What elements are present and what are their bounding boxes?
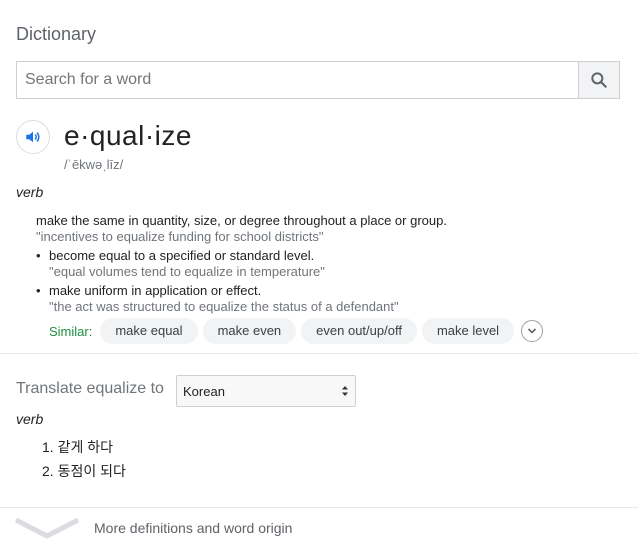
pronunciation-audio-button[interactable]	[16, 120, 50, 154]
similar-chip[interactable]: make even	[202, 318, 297, 344]
bullet-dot: •	[36, 283, 41, 298]
translation-part-of-speech: verb	[16, 411, 44, 427]
dictionary-card: Dictionary e·qual·ize /ˈēkwəˌlīz/ verb m…	[0, 0, 638, 548]
sub-definition-text: become equal to a specified or standard …	[49, 248, 315, 263]
chevron-down-icon	[14, 517, 80, 539]
section-divider	[0, 353, 638, 354]
sub-definition-text: make uniform in application or effect.	[49, 283, 262, 298]
part-of-speech: verb	[16, 184, 44, 200]
card-title: Dictionary	[16, 24, 97, 44]
more-definitions-button[interactable]: More definitions and word origin	[0, 508, 638, 548]
similar-chip[interactable]: make level	[421, 318, 515, 344]
bullet-dot: •	[36, 248, 41, 263]
translation-item: 2. 동점이 되다	[42, 463, 126, 479]
speaker-icon	[26, 131, 40, 143]
sub-definition-example: "the act was structured to equalize the …	[49, 299, 399, 314]
similar-label: Similar:	[49, 323, 93, 339]
phonetic-spelling: /ˈēkwəˌlīz/	[64, 157, 124, 172]
expand-similar-button[interactable]	[521, 320, 544, 342]
translate-label: Translate equalize to	[16, 380, 164, 397]
up-down-arrows-icon	[342, 386, 348, 396]
search-button[interactable]	[578, 62, 619, 98]
more-definitions-label: More definitions and word origin	[94, 520, 293, 536]
search-box	[16, 61, 620, 99]
definition-text: make the same in quantity, size, or degr…	[36, 213, 447, 228]
chevron-down-icon	[528, 328, 537, 334]
definition-example: "incentives to equalize funding for scho…	[36, 229, 324, 244]
headword: e·qual·ize	[64, 120, 192, 151]
similar-chip[interactable]: make equal	[100, 318, 198, 344]
similar-words-row: Similar: make equal make even even out/u…	[49, 318, 544, 344]
search-input[interactable]	[17, 62, 578, 98]
language-select[interactable]: Korean	[176, 375, 356, 407]
translation-item: 1. 같게 하다	[42, 439, 113, 455]
search-icon	[591, 72, 607, 88]
similar-chip[interactable]: even out/up/off	[301, 318, 417, 344]
language-select-value: Korean	[183, 383, 225, 399]
sub-definition-example: "equal volumes tend to equalize in tempe…	[49, 264, 325, 279]
